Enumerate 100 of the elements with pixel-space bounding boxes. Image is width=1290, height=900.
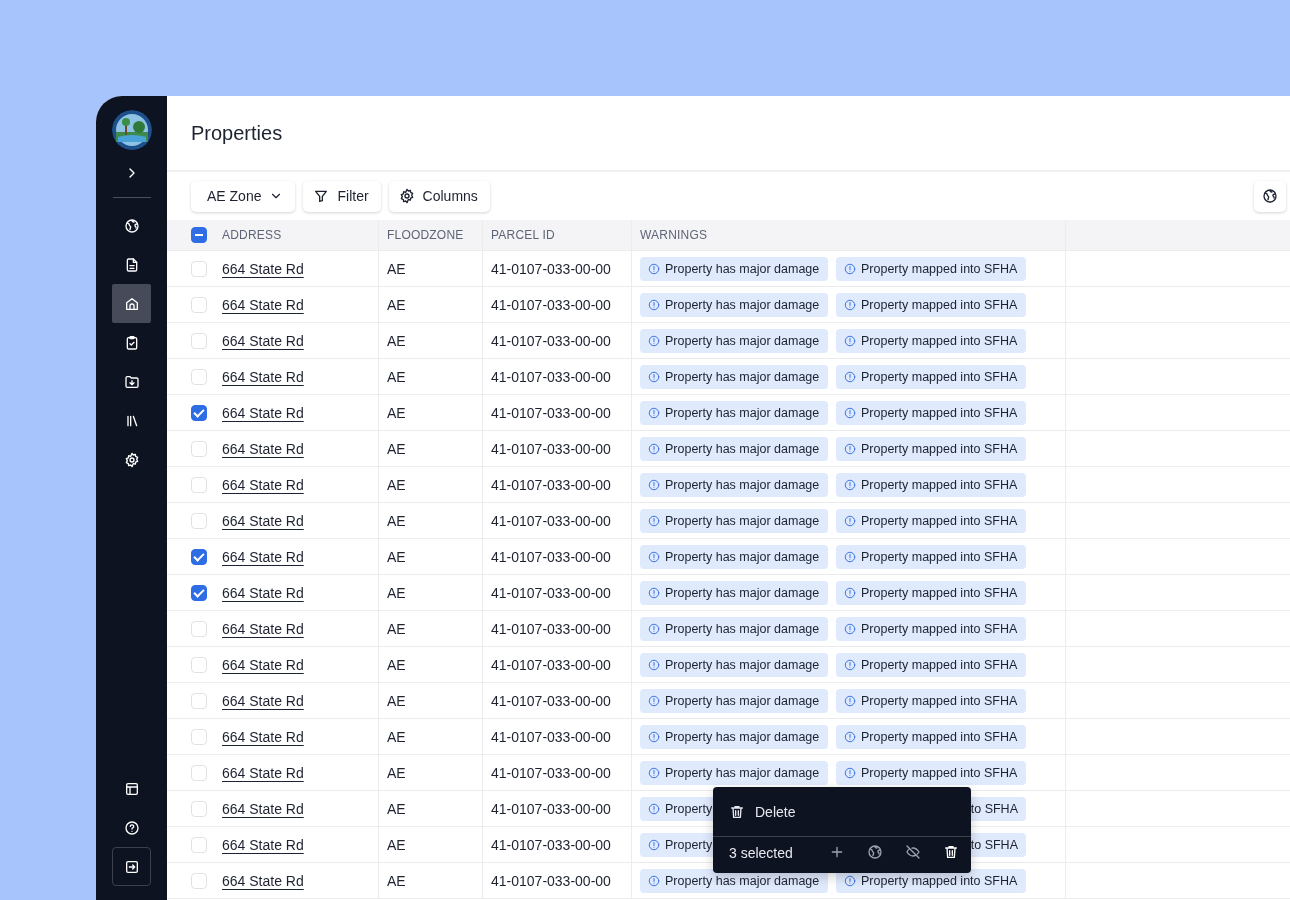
address-link[interactable]: 664 State Rd bbox=[222, 836, 304, 853]
warning-badge: Property has major damage bbox=[640, 760, 828, 785]
warning-badge: Property has major damage bbox=[640, 472, 828, 497]
warning-badge: Property mapped into SFHA bbox=[836, 580, 1026, 605]
table-cell: 41-0107-033-00-00 bbox=[491, 872, 611, 889]
warning-badge: Property mapped into SFHA bbox=[836, 616, 1026, 641]
warning-badge: Property mapped into SFHA bbox=[836, 724, 1026, 749]
table-cell: AE bbox=[387, 836, 406, 853]
address-link[interactable]: 664 State Rd bbox=[222, 800, 304, 817]
warning-badge: Property has major damage bbox=[640, 364, 828, 389]
warning-badge: Property has major damage bbox=[640, 328, 828, 353]
table-cell: AE bbox=[387, 728, 406, 745]
table-cell: 41-0107-033-00-00 bbox=[491, 260, 611, 277]
warning-badge: Property mapped into SFHA bbox=[836, 508, 1026, 533]
warning-badge: Property has major damage bbox=[640, 616, 828, 641]
address-link[interactable]: 664 State Rd bbox=[222, 620, 304, 637]
columns-button[interactable]: Columns bbox=[388, 180, 490, 212]
table-cell: AE bbox=[387, 512, 406, 529]
page-title: Properties bbox=[191, 121, 283, 145]
column-header[interactable]: PARCEL ID bbox=[491, 228, 555, 242]
table-cell: 41-0107-033-00-00 bbox=[491, 584, 611, 601]
table-cell: AE bbox=[387, 620, 406, 637]
delete-menu-item[interactable]: Delete bbox=[713, 787, 971, 837]
table-cell: 41-0107-033-00-00 bbox=[491, 476, 611, 493]
address-link[interactable]: 664 State Rd bbox=[222, 728, 304, 745]
table-cell: 41-0107-033-00-00 bbox=[491, 692, 611, 709]
address-link[interactable]: 664 State Rd bbox=[222, 296, 304, 313]
warning-badge: Property has major damage bbox=[640, 580, 828, 605]
table-cell: AE bbox=[387, 656, 406, 673]
select-all-checkbox[interactable] bbox=[191, 227, 207, 243]
table-cell: 41-0107-033-00-00 bbox=[491, 512, 611, 529]
table-cell: AE bbox=[387, 764, 406, 781]
warning-badge: Property has major damage bbox=[640, 724, 828, 749]
address-link[interactable]: 664 State Rd bbox=[222, 332, 304, 349]
column-header[interactable]: WARNINGS bbox=[640, 228, 708, 242]
warning-badge: Property mapped into SFHA bbox=[836, 688, 1026, 713]
warning-badge: Property has major damage bbox=[640, 292, 828, 317]
globe-icon bbox=[1262, 188, 1278, 204]
warning-badge: Property has major damage bbox=[640, 256, 828, 281]
table-cell: AE bbox=[387, 584, 406, 601]
table-cell: AE bbox=[387, 872, 406, 889]
zone-dropdown[interactable]: AE Zone bbox=[191, 180, 296, 212]
warning-badge: Property has major damage bbox=[640, 688, 828, 713]
table-cell: 41-0107-033-00-00 bbox=[491, 332, 611, 349]
table-cell: 41-0107-033-00-00 bbox=[491, 404, 611, 421]
warning-badge: Property has major damage bbox=[640, 508, 828, 533]
row-checkbox[interactable] bbox=[191, 584, 207, 601]
table-cell: AE bbox=[387, 548, 406, 565]
table-cell: 41-0107-033-00-00 bbox=[491, 368, 611, 385]
address-link[interactable]: 664 State Rd bbox=[222, 404, 304, 421]
warning-badge: Property mapped into SFHA bbox=[836, 760, 1026, 785]
warning-badge: Property mapped into SFHA bbox=[836, 472, 1026, 497]
address-link[interactable]: 664 State Rd bbox=[222, 692, 304, 709]
address-link[interactable]: 664 State Rd bbox=[222, 440, 304, 457]
table-cell: 41-0107-033-00-00 bbox=[491, 548, 611, 565]
address-link[interactable]: 664 State Rd bbox=[222, 368, 304, 385]
table-cell: AE bbox=[387, 692, 406, 709]
table-cell: 41-0107-033-00-00 bbox=[491, 656, 611, 673]
table-cell: AE bbox=[387, 476, 406, 493]
warning-badge: Property mapped into SFHA bbox=[836, 256, 1026, 281]
address-link[interactable]: 664 State Rd bbox=[222, 512, 304, 529]
column-header[interactable]: ADDRESS bbox=[222, 228, 282, 242]
table-cell: 41-0107-033-00-00 bbox=[491, 440, 611, 457]
filter-button[interactable]: Filter bbox=[303, 180, 381, 212]
warning-badge: Property mapped into SFHA bbox=[836, 364, 1026, 389]
exit-icon[interactable] bbox=[112, 847, 151, 886]
globe-button[interactable] bbox=[1254, 180, 1286, 212]
warning-badge: Property has major damage bbox=[640, 400, 828, 425]
table-cell: AE bbox=[387, 404, 406, 421]
address-link[interactable]: 664 State Rd bbox=[222, 476, 304, 493]
column-header[interactable]: FLOODZONE bbox=[387, 228, 464, 242]
warning-badge: Property mapped into SFHA bbox=[836, 328, 1026, 353]
warning-badge: Property has major damage bbox=[640, 544, 828, 569]
table-cell: 41-0107-033-00-00 bbox=[491, 836, 611, 853]
warning-badge: Property mapped into SFHA bbox=[836, 544, 1026, 569]
gear-icon bbox=[398, 188, 415, 204]
warning-badge: Property mapped into SFHA bbox=[836, 436, 1026, 461]
address-link[interactable]: 664 State Rd bbox=[222, 764, 304, 781]
home-icon[interactable] bbox=[112, 284, 151, 323]
address-link[interactable]: 664 State Rd bbox=[222, 548, 304, 565]
row-checkbox[interactable] bbox=[191, 548, 207, 565]
warning-badge: Property mapped into SFHA bbox=[836, 400, 1026, 425]
table-cell: 41-0107-033-00-00 bbox=[491, 620, 611, 637]
table-cell: AE bbox=[387, 332, 406, 349]
warning-badge: Property has major damage bbox=[640, 652, 828, 677]
table-cell: 41-0107-033-00-00 bbox=[491, 764, 611, 781]
warning-badge: Property mapped into SFHA bbox=[836, 292, 1026, 317]
address-link[interactable]: 664 State Rd bbox=[222, 872, 304, 889]
address-link[interactable]: 664 State Rd bbox=[222, 584, 304, 601]
table-cell: AE bbox=[387, 296, 406, 313]
address-link[interactable]: 664 State Rd bbox=[222, 260, 304, 277]
filter-icon bbox=[313, 188, 330, 204]
table-cell: AE bbox=[387, 800, 406, 817]
trash-icon bbox=[729, 803, 745, 820]
address-link[interactable]: 664 State Rd bbox=[222, 656, 304, 673]
row-checkbox[interactable] bbox=[191, 404, 207, 421]
table-cell: 41-0107-033-00-00 bbox=[491, 728, 611, 745]
table-cell: AE bbox=[387, 368, 406, 385]
table-cell: AE bbox=[387, 440, 406, 457]
table-cell: AE bbox=[387, 260, 406, 277]
